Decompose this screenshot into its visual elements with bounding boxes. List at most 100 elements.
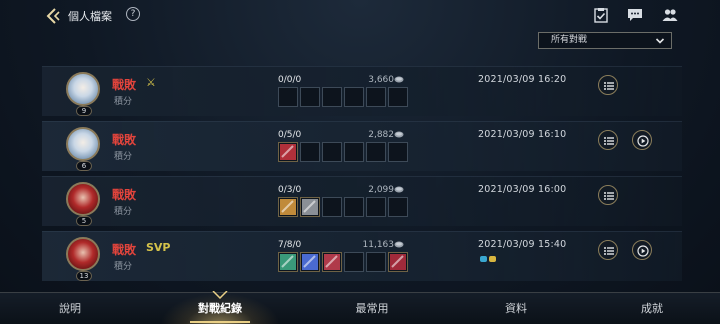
champion-level: 13 xyxy=(76,271,92,281)
item-slot-empty xyxy=(322,142,342,162)
match-time: 2021/03/09 16:10 xyxy=(478,129,567,140)
item-slot xyxy=(300,197,320,217)
champion-level: 5 xyxy=(76,216,92,226)
tab-label: 對戰紀錄 xyxy=(198,302,242,315)
kda-score: 7/8/0 xyxy=(278,240,302,250)
item-slot xyxy=(278,142,298,162)
match-time: 2021/03/09 15:40 xyxy=(478,239,567,250)
checklist-button[interactable] xyxy=(593,7,609,23)
champion-avatar xyxy=(66,127,100,161)
tab-label: 說明 xyxy=(59,302,81,315)
tab-description[interactable]: 說明 xyxy=(0,293,140,324)
item-icon xyxy=(280,254,296,270)
item-slot-empty xyxy=(366,197,386,217)
tab-label: 最常用 xyxy=(355,302,389,315)
item-icon xyxy=(390,254,406,270)
match-detail-button[interactable] xyxy=(598,240,618,260)
item-slot xyxy=(278,252,298,272)
match-card[interactable]: 13 戰敗 SVP 積分 7/8/0 11,163 2021/03/09 15:40 xyxy=(42,231,682,281)
item-slot-empty xyxy=(344,197,364,217)
page-title: 個人檔案 xyxy=(68,10,112,23)
match-card[interactable]: 5 戰敗積分 0/3/0 2,099 2021/03/09 16:00 xyxy=(42,176,682,226)
play-icon xyxy=(637,135,649,147)
item-slot-empty xyxy=(278,87,298,107)
tab-label: 成就 xyxy=(641,302,663,315)
item-slot xyxy=(322,252,342,272)
item-icon xyxy=(280,144,296,160)
match-mode: 積分 xyxy=(114,207,133,217)
item-slot-empty xyxy=(388,197,408,217)
match-result: 戰敗 xyxy=(112,133,137,147)
play-icon xyxy=(637,245,649,257)
gold-coin-icon xyxy=(394,241,404,248)
match-tags xyxy=(480,256,496,262)
item-slot-empty xyxy=(344,87,364,107)
kda-score: 0/3/0 xyxy=(278,185,302,195)
chevron-down-icon xyxy=(655,38,665,44)
active-tab-caret-icon xyxy=(212,291,228,299)
match-detail-button[interactable] xyxy=(598,185,618,205)
replay-button[interactable] xyxy=(632,130,652,150)
list-icon xyxy=(604,137,614,145)
champion-avatar xyxy=(66,237,100,271)
item-build xyxy=(278,142,408,162)
item-slot-empty xyxy=(344,252,364,272)
match-filter-dropdown[interactable]: 所有對戰 xyxy=(538,32,672,49)
chat-button[interactable] xyxy=(627,7,643,23)
champion-level: 6 xyxy=(76,161,92,171)
match-time: 2021/03/09 16:20 xyxy=(478,74,567,85)
item-build xyxy=(278,252,408,272)
friends-button[interactable] xyxy=(662,7,678,23)
match-time: 2021/03/09 16:00 xyxy=(478,184,567,195)
match-card[interactable]: 9 戰敗 ⚔ 積分 0/0/0 3,660 2021/03/09 16:20 xyxy=(42,66,682,116)
active-tab-underline xyxy=(190,321,250,323)
champion-level: 9 xyxy=(76,106,92,116)
item-slot-empty xyxy=(366,87,386,107)
item-icon xyxy=(324,254,340,270)
champion-avatar xyxy=(66,72,100,106)
bottom-tab-bar: 說明 對戰紀錄 最常用 資料 成就 xyxy=(0,292,720,324)
item-slot-empty xyxy=(388,87,408,107)
help-button[interactable]: ? xyxy=(126,7,140,21)
item-icon xyxy=(280,199,296,215)
item-icon xyxy=(302,254,318,270)
tab-stats[interactable]: 資料 xyxy=(446,293,586,324)
item-build xyxy=(278,197,408,217)
item-slot xyxy=(300,252,320,272)
item-slot-empty xyxy=(322,197,342,217)
item-slot-empty xyxy=(366,252,386,272)
tab-achievements[interactable]: 成就 xyxy=(582,293,720,324)
back-button[interactable] xyxy=(44,6,64,26)
item-slot-empty xyxy=(300,142,320,162)
match-mode: 積分 xyxy=(114,152,133,162)
match-result: 戰敗 xyxy=(112,243,137,257)
item-slot-empty xyxy=(344,142,364,162)
gold-coin-icon xyxy=(394,76,404,83)
tab-most-used[interactable]: 最常用 xyxy=(302,293,442,324)
replay-button[interactable] xyxy=(632,240,652,260)
list-icon xyxy=(604,192,614,200)
match-badge: SVP xyxy=(146,241,171,254)
checklist-icon xyxy=(594,8,608,23)
item-build xyxy=(278,87,408,107)
match-result: 戰敗 xyxy=(112,78,137,92)
gold-coin-icon xyxy=(394,131,404,138)
match-detail-button[interactable] xyxy=(598,75,618,95)
gold-value: 2,099 xyxy=(368,185,394,195)
match-card[interactable]: 6 戰敗 積分 0/5/0 2,882 2021/03/09 16:10 xyxy=(42,121,682,171)
friends-icon xyxy=(662,9,678,21)
item-slot xyxy=(278,197,298,217)
match-mode: 積分 xyxy=(114,262,133,272)
crown-tag-icon xyxy=(489,256,496,262)
match-result: 戰敗 xyxy=(112,188,137,202)
gold-coin-icon xyxy=(394,186,404,193)
shield-tag-icon xyxy=(480,256,487,262)
list-icon xyxy=(604,82,614,90)
item-slot xyxy=(388,252,408,272)
match-badge: ⚔ xyxy=(146,76,156,89)
tab-label: 資料 xyxy=(505,302,527,315)
header: 個人檔案 ? xyxy=(0,0,720,32)
back-arrow-icon xyxy=(46,8,60,24)
match-detail-button[interactable] xyxy=(598,130,618,150)
item-slot-empty xyxy=(322,87,342,107)
